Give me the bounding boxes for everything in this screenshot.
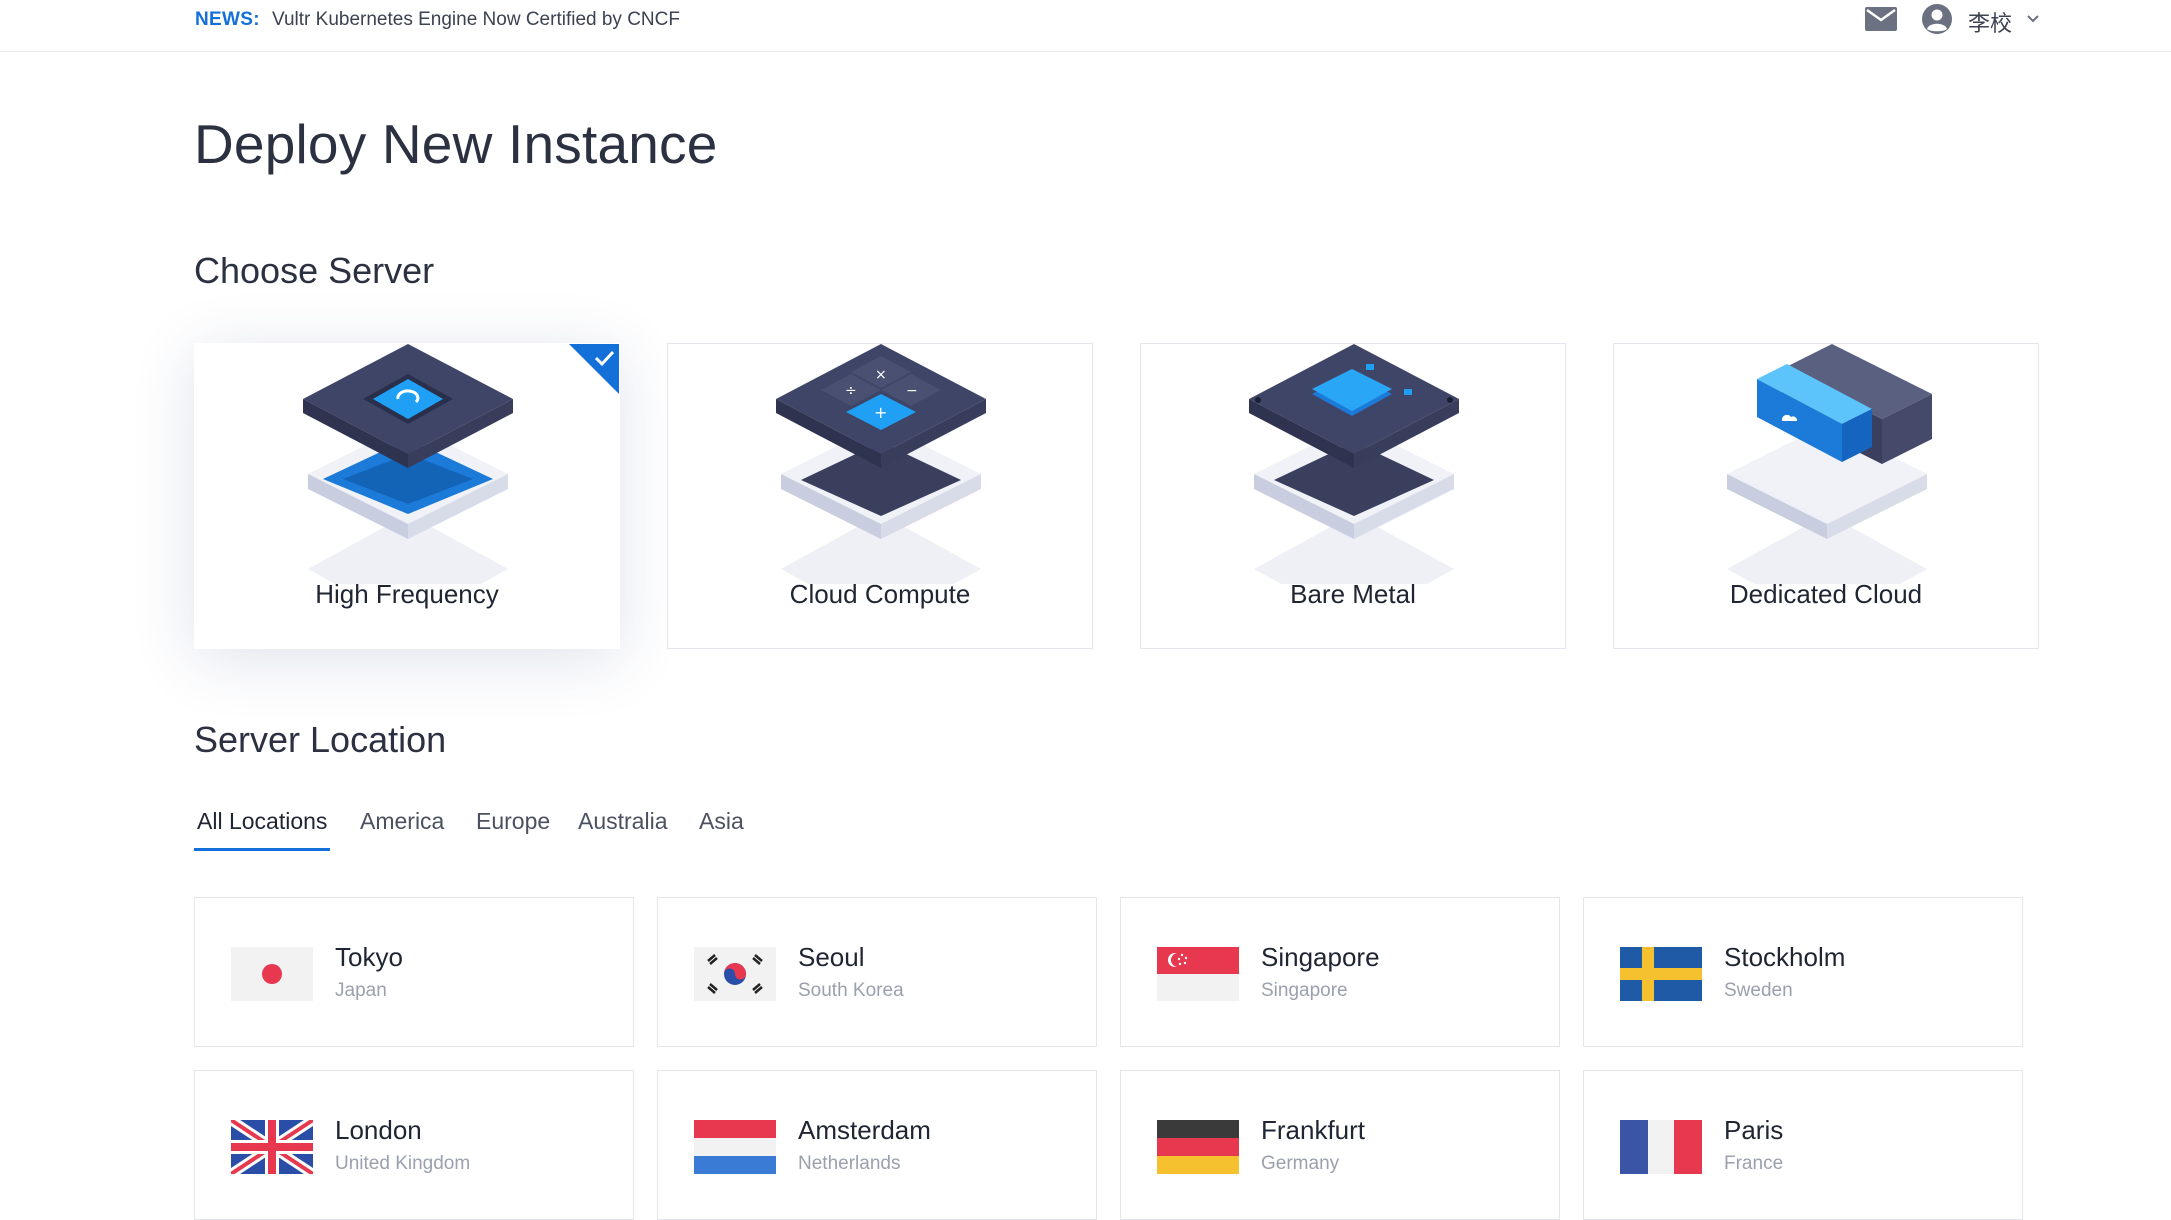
user-avatar-icon[interactable]	[1921, 3, 1953, 35]
server-option-label: High Frequency	[315, 579, 499, 609]
chevron-down-icon[interactable]	[2025, 11, 2041, 27]
location-card-stockholm[interactable]: Stockholm Sweden	[1583, 897, 2023, 1047]
flag-sweden-icon	[1620, 947, 1702, 1001]
high-frequency-icon	[303, 344, 513, 584]
location-country: Netherlands	[798, 1153, 901, 1174]
location-country: South Korea	[798, 980, 904, 1001]
location-city: Singapore	[1261, 942, 1380, 972]
page-title: Deploy New Instance	[194, 113, 718, 175]
server-option-dedicated-cloud[interactable]: Dedicated Cloud	[1613, 343, 2039, 649]
location-country: Japan	[335, 980, 387, 1001]
location-card-seoul[interactable]: Seoul South Korea	[657, 897, 1097, 1047]
flag-japan-icon	[231, 947, 313, 1001]
svg-text:−: −	[906, 383, 918, 399]
bare-metal-icon	[1249, 344, 1459, 584]
tab-america[interactable]: America	[360, 808, 444, 835]
selected-check-icon	[569, 344, 619, 394]
server-option-high-frequency[interactable]: High Frequency	[194, 343, 620, 649]
top-news-bar: NEWS: Vultr Kubernetes Engine Now Certif…	[0, 0, 2171, 52]
flag-france-icon	[1620, 1120, 1702, 1174]
server-location-title: Server Location	[194, 719, 447, 760]
server-option-label: Bare Metal	[1290, 579, 1416, 609]
location-city: London	[335, 1115, 422, 1145]
flag-germany-icon	[1157, 1120, 1239, 1174]
location-city: Seoul	[798, 942, 865, 972]
location-city: Tokyo	[335, 942, 403, 972]
news-link[interactable]: Vultr Kubernetes Engine Now Certified by…	[272, 9, 680, 31]
server-option-label: Cloud Compute	[789, 579, 971, 609]
user-name[interactable]: 李校	[1968, 6, 2012, 38]
cloud-compute-icon: × ÷ − +	[776, 344, 986, 584]
location-card-tokyo[interactable]: Tokyo Japan	[194, 897, 634, 1047]
dedicated-cloud-icon	[1727, 344, 1932, 584]
tab-asia[interactable]: Asia	[699, 808, 744, 835]
server-option-cloud-compute[interactable]: × ÷ − + Cloud Compute	[667, 343, 1093, 649]
location-country: Sweden	[1724, 980, 1793, 1001]
tab-all-locations[interactable]: All Locations	[197, 808, 327, 835]
flag-uk-icon	[231, 1120, 313, 1174]
location-city: Paris	[1724, 1115, 1784, 1145]
location-card-london[interactable]: London United Kingdom	[194, 1070, 634, 1220]
location-city: Frankfurt	[1261, 1115, 1366, 1145]
tab-europe[interactable]: Europe	[476, 808, 550, 835]
location-country: France	[1724, 1153, 1784, 1174]
flag-south-korea-icon	[694, 947, 776, 1001]
active-tab-indicator	[194, 848, 330, 851]
server-option-label: Dedicated Cloud	[1729, 579, 1923, 609]
location-country: United Kingdom	[335, 1153, 471, 1174]
mail-icon[interactable]	[1865, 7, 1897, 31]
location-country: Singapore	[1261, 980, 1348, 1001]
location-card-amsterdam[interactable]: Amsterdam Netherlands	[657, 1070, 1097, 1220]
location-country: Germany	[1261, 1153, 1340, 1174]
tab-australia[interactable]: Australia	[578, 808, 667, 835]
location-card-frankfurt[interactable]: Frankfurt Germany	[1120, 1070, 1560, 1220]
svg-text:×: ×	[875, 367, 887, 383]
flag-singapore-icon	[1157, 947, 1239, 1001]
svg-text:+: +	[874, 403, 887, 422]
location-city: Stockholm	[1724, 942, 1846, 972]
location-card-singapore[interactable]: Singapore Singapore	[1120, 897, 1560, 1047]
news-label: NEWS:	[195, 9, 260, 30]
server-option-bare-metal[interactable]: Bare Metal	[1140, 343, 1566, 649]
flag-netherlands-icon	[694, 1120, 776, 1174]
choose-server-title: Choose Server	[194, 250, 435, 291]
svg-text:÷: ÷	[845, 383, 857, 399]
location-card-paris[interactable]: Paris France	[1583, 1070, 2023, 1220]
location-city: Amsterdam	[798, 1115, 931, 1145]
